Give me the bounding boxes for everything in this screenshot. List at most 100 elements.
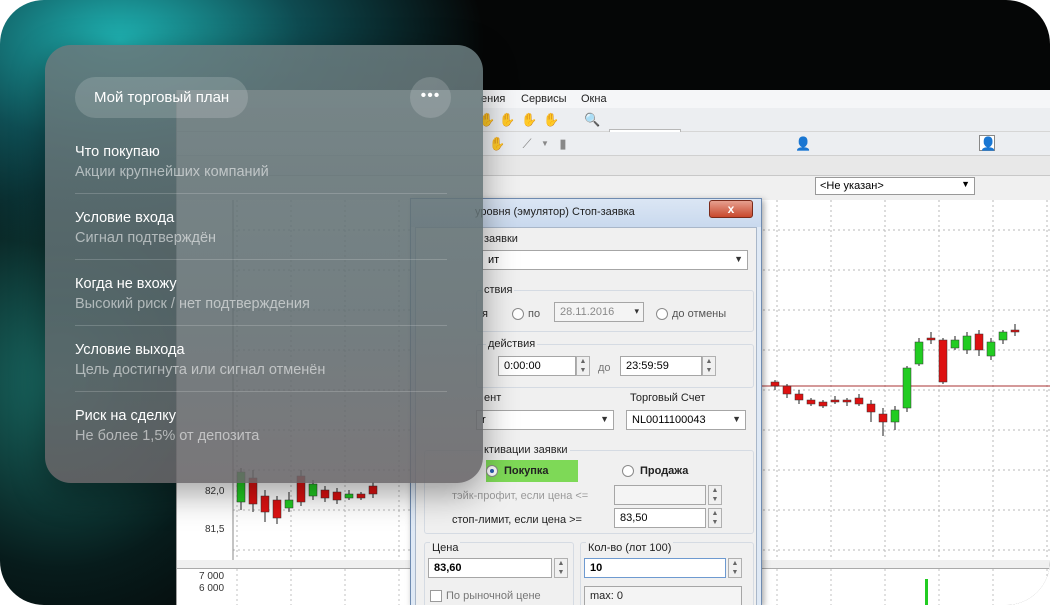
- menu-item-windows[interactable]: Окна: [581, 93, 607, 105]
- plan-item-risk[interactable]: Риск на сделку Не более 1,5% от депозита: [75, 407, 447, 445]
- divider: [75, 391, 447, 392]
- menu-item-partial[interactable]: ения: [481, 93, 505, 105]
- volume-axis-label: 7 000: [199, 571, 225, 582]
- market-price-checkbox[interactable]: [430, 590, 442, 602]
- trading-plan-panel: Мой торговый план ••• Что покупаю Акции …: [45, 45, 483, 483]
- hand-icon[interactable]: ✋: [521, 112, 537, 128]
- trading-plan-title-pill[interactable]: Мой торговый план: [75, 77, 249, 118]
- menu-item-services[interactable]: Сервисы: [521, 93, 567, 105]
- candle-down: [782, 385, 792, 395]
- candle-down: [926, 337, 936, 341]
- validity-date-field[interactable]: 28.11.2016 ▾: [554, 302, 644, 322]
- client-info-icon[interactable]: 👤: [979, 135, 996, 151]
- stop-limit-label: стоп-лимит, если цена >=: [452, 514, 582, 526]
- chevron-down-icon[interactable]: ▼: [537, 136, 553, 152]
- search-icon[interactable]: 🔍: [584, 112, 600, 128]
- candle-up: [308, 483, 318, 497]
- plan-item-subtitle: Не более 1,5% от депозита: [75, 428, 260, 444]
- close-button[interactable]: x: [709, 200, 753, 218]
- time-to-spinner[interactable]: ▲ ▼: [702, 356, 716, 376]
- take-profit-field[interactable]: [614, 485, 706, 505]
- quantity-spinner[interactable]: ▲ ▼: [728, 558, 742, 578]
- more-options-button[interactable]: •••: [410, 77, 451, 118]
- time-to-field[interactable]: 23:59:59: [620, 356, 702, 376]
- sell-radio[interactable]: [622, 465, 634, 477]
- max-quantity-field: max: 0: [584, 586, 742, 605]
- quantity-label: Кол-во (лот 100): [586, 542, 674, 554]
- order-type-value: ит: [488, 254, 500, 266]
- hand-icon[interactable]: ✋: [489, 136, 505, 152]
- chevron-down-icon: ▼: [734, 254, 743, 264]
- buy-radio[interactable]: [486, 465, 498, 477]
- account-value: NL0011100043: [632, 414, 706, 426]
- candle-down: [854, 397, 864, 405]
- candle-down: [794, 393, 804, 401]
- bar-chart-icon[interactable]: ▮: [555, 136, 571, 152]
- chevron-down-icon: ▼: [961, 179, 970, 189]
- candle-up: [890, 409, 900, 423]
- time-to-value: 23:59:59: [626, 360, 669, 372]
- candle-down: [974, 333, 984, 351]
- quantity-field[interactable]: 10: [584, 558, 726, 578]
- candle-down: [356, 493, 366, 499]
- candle-up: [998, 331, 1008, 341]
- take-profit-spinner[interactable]: ▲ ▼: [708, 485, 722, 505]
- candle-down: [320, 489, 330, 499]
- max-quantity-value: max: 0: [590, 590, 624, 602]
- stop-limit-value: 83,50: [620, 512, 648, 524]
- time-from-value: 0:00:00: [504, 360, 541, 372]
- stop-limit-spinner[interactable]: ▲ ▼: [708, 508, 722, 528]
- instrument-group-label: ент: [482, 392, 504, 404]
- plan-item-subtitle: Сигнал подтверждён: [75, 230, 217, 246]
- time-from-spinner[interactable]: ▲ ▼: [576, 356, 590, 376]
- validity-until-radio[interactable]: [512, 308, 524, 320]
- validity-date-value: 28.11.2016: [560, 306, 615, 318]
- candle-down: [272, 499, 282, 519]
- plan-item-what-to-buy[interactable]: Что покупаю Акции крупнейших компаний: [75, 143, 447, 181]
- hand-icon[interactable]: ✋: [499, 112, 515, 128]
- candle-down: [332, 491, 342, 501]
- order-type-group-label: заявки: [482, 233, 520, 245]
- candle-down: [1010, 329, 1020, 333]
- validity-cancel-label: до отмены: [672, 308, 727, 320]
- volume-axis-label: 6 000: [199, 583, 225, 594]
- candle-down: [866, 403, 876, 413]
- hand-stop-icon[interactable]: ✋: [543, 112, 559, 128]
- calendar-icon: ▾: [634, 306, 639, 316]
- validity-until-label: по: [528, 308, 541, 320]
- candle-down: [818, 401, 828, 407]
- instrument-select[interactable]: r ▼: [476, 410, 614, 430]
- price-spinner[interactable]: ▲ ▼: [554, 558, 568, 578]
- plan-item-subtitle: Цель достигнута или сигнал отменён: [75, 362, 326, 378]
- plan-item-title: Условие входа: [75, 210, 175, 226]
- candle-down: [260, 495, 270, 513]
- candle-up: [962, 335, 972, 351]
- plan-item-exit-condition[interactable]: Условие выхода Цель достигнута или сигна…: [75, 341, 447, 379]
- plan-item-title: Риск на сделку: [75, 408, 177, 424]
- plan-item-title: Что покупаю: [75, 144, 160, 160]
- account-select[interactable]: NL0011100043 ▼: [626, 410, 746, 430]
- chevron-down-icon: ▼: [732, 414, 741, 424]
- candle-down: [938, 339, 948, 383]
- stop-limit-field[interactable]: 83,50: [614, 508, 706, 528]
- validity-cancel-radio[interactable]: [656, 308, 668, 320]
- quantity-value: 10: [590, 562, 603, 574]
- client-select[interactable]: <Не указан> ▼: [815, 177, 975, 195]
- price-axis-label: 82,0: [205, 486, 225, 497]
- screenshot-frame: ения Сервисы Окна ✋ ✋ ✋ ✋ 🔍 ✋ ⟋ ▼ ▮ 👤 <Н…: [0, 0, 1050, 605]
- plan-item-entry-condition[interactable]: Условие входа Сигнал подтверждён: [75, 209, 447, 247]
- candle-up: [284, 499, 294, 509]
- line-tool-icon[interactable]: ⟋: [519, 136, 535, 152]
- time-from-field[interactable]: 0:00:00: [498, 356, 576, 376]
- plan-item-subtitle: Высокий риск / нет подтверждения: [75, 296, 310, 312]
- plan-item-title: Когда не вхожу: [75, 276, 177, 292]
- candle-down: [806, 399, 816, 405]
- plan-item-no-entry[interactable]: Когда не вхожу Высокий риск / нет подтве…: [75, 275, 447, 313]
- market-price-label: По рыночной цене: [446, 590, 541, 602]
- client-icon: 👤: [795, 136, 812, 151]
- price-label: Цена: [430, 542, 461, 554]
- candle-up: [986, 341, 996, 357]
- price-field[interactable]: 83,60: [428, 558, 552, 578]
- candle-up: [914, 341, 924, 365]
- order-type-select[interactable]: ит ▼: [482, 250, 748, 270]
